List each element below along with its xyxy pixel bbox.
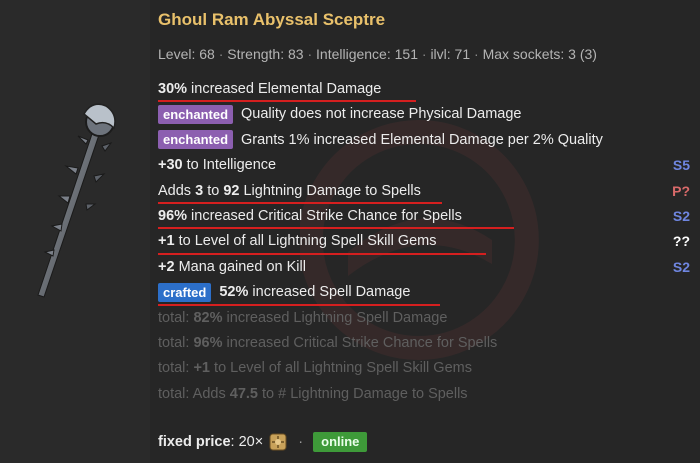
total-row: total: +1 to Level of all Lightning Spel… <box>158 357 690 382</box>
total-prefix: total: <box>158 309 194 326</box>
mod-underline <box>158 100 416 103</box>
item-name: Ghoul Ram Abyssal Sceptre <box>158 10 386 29</box>
price-label: fixed price <box>158 433 231 450</box>
total-row: total: Adds 47.5 to # Lightning Damage t… <box>158 383 690 408</box>
mod-value-2: 92 <box>223 182 240 199</box>
mod-value: 3 <box>195 182 204 199</box>
mod-text: to Intelligence <box>182 157 277 174</box>
mod-row: 30% increased Elemental Damage <box>158 78 690 103</box>
item-art-panel <box>0 0 150 463</box>
total-row: total: 96% increased Critical Strike Cha… <box>158 332 690 357</box>
mod-row: +30 to Intelligence S5 <box>158 154 690 179</box>
requirement-separator: · <box>474 46 479 62</box>
item-requirements: Level: 68 · Strength: 83 · Intelligence:… <box>158 46 597 62</box>
total-prefix: total: <box>158 334 194 351</box>
mod-value: +1 <box>158 233 175 250</box>
mod-prefix: Adds <box>158 182 196 199</box>
mod-row: +1 to Level of all Lightning Spell Skill… <box>158 230 690 255</box>
mod-value: 52% <box>219 284 249 301</box>
mod-text: Mana gained on Kill <box>174 258 306 275</box>
total-row: total: 82% increased Lightning Spell Dam… <box>158 307 690 332</box>
mod-row: crafted 52% increased Spell Damage <box>158 281 690 306</box>
total-prefix: total: <box>158 360 194 377</box>
requirement-level: Level: 68 <box>158 46 215 62</box>
mod-tier: ?? <box>672 233 690 250</box>
mod-list: 30% increased Elemental Damage enchanted… <box>158 78 690 408</box>
total-text: to Level of all Lightning Spell Skill Ge… <box>210 360 472 377</box>
max-sockets: Max sockets: 3 (3) <box>482 46 597 62</box>
mod-value: 30% <box>158 81 188 97</box>
requirement-intelligence: Intelligence: 151 <box>316 46 418 62</box>
mod-underline <box>158 252 486 255</box>
requirement-separator: · <box>218 46 224 62</box>
mod-tier: S5 <box>672 157 690 174</box>
total-value: 96% <box>193 334 223 351</box>
mod-underline <box>158 303 440 306</box>
mod-underline <box>158 227 514 230</box>
enchanted-badge: enchanted <box>158 105 234 125</box>
mod-text: increased Elemental Damage <box>187 81 382 97</box>
price-separator: · <box>298 433 304 450</box>
mod-row: 96% increased Critical Strike Chance for… <box>158 205 690 230</box>
total-text: to # Lightning Damage to Spells <box>257 385 468 402</box>
mod-value: 96% <box>158 207 188 224</box>
mod-row: Adds 3 to 92 Lightning Damage to Spells … <box>158 180 690 205</box>
total-value: 82% <box>193 309 223 326</box>
crafted-badge: crafted <box>158 282 212 302</box>
requirement-strength: Strength: 83 <box>227 46 304 62</box>
listing-price: fixed price: 20× · online <box>158 432 368 452</box>
mod-tier: P? <box>672 182 690 199</box>
total-text: increased Critical Strike Chance for Spe… <box>222 334 498 351</box>
mod-row: enchanted Grants 1% increased Elemental D… <box>158 129 690 154</box>
mod-value: +30 <box>158 157 183 174</box>
online-status-badge: online <box>313 432 368 452</box>
sceptre-icon <box>37 103 116 298</box>
mod-row: enchanted Quality does not increase Physi… <box>158 103 690 128</box>
enchanted-badge: enchanted <box>158 130 234 150</box>
mod-text: increased Critical Strike Chance for Spe… <box>187 207 462 224</box>
total-value: +1 <box>193 360 211 377</box>
requirement-separator: · <box>421 46 427 62</box>
price-value: : 20× <box>230 433 264 450</box>
requirement-separator: · <box>307 46 313 62</box>
total-text: increased Lightning Spell Damage <box>222 309 448 326</box>
mod-value: +2 <box>158 258 175 275</box>
total-value: 47.5 <box>229 385 258 402</box>
mod-tier: S2 <box>672 207 690 224</box>
mod-underline <box>158 201 442 204</box>
total-prefix: total: Adds <box>158 385 230 402</box>
mod-mid: to <box>203 182 224 199</box>
mod-text: Lightning Damage to Spells <box>239 182 421 199</box>
exalted-orb-icon <box>269 433 287 451</box>
mod-row: +2 Mana gained on Kill S2 <box>158 256 690 281</box>
item-level: ilvl: 71 <box>430 46 471 62</box>
mod-text: Quality does not increase Physical Damag… <box>241 106 522 123</box>
item-tooltip: Ghoul Ram Abyssal Sceptre Level: 68 · St… <box>158 0 690 463</box>
mod-text: Grants 1% increased Elemental Damage per… <box>241 131 603 148</box>
mod-text: to Level of all Lightning Spell Skill Ge… <box>174 233 437 250</box>
mod-tier: S2 <box>672 258 690 275</box>
mod-text: increased Spell Damage <box>248 284 411 301</box>
